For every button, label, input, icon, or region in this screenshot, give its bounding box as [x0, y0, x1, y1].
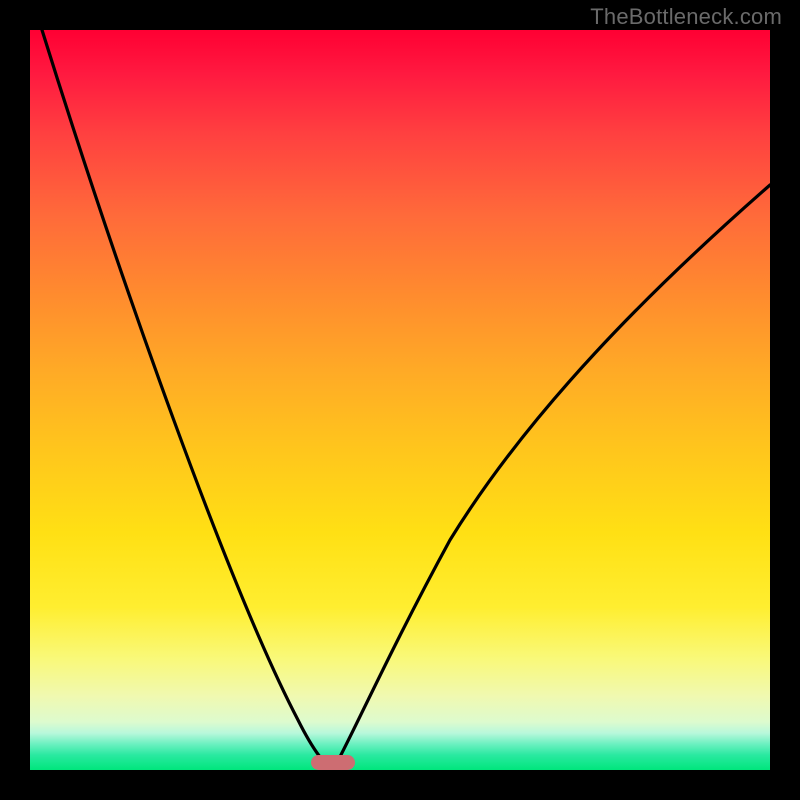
bottleneck-curve [30, 30, 770, 770]
chart-plot-area [30, 30, 770, 770]
watermark-text: TheBottleneck.com [590, 4, 782, 30]
bottleneck-marker [311, 755, 355, 770]
curve-left-branch [42, 30, 333, 770]
curve-right-branch [333, 185, 770, 770]
